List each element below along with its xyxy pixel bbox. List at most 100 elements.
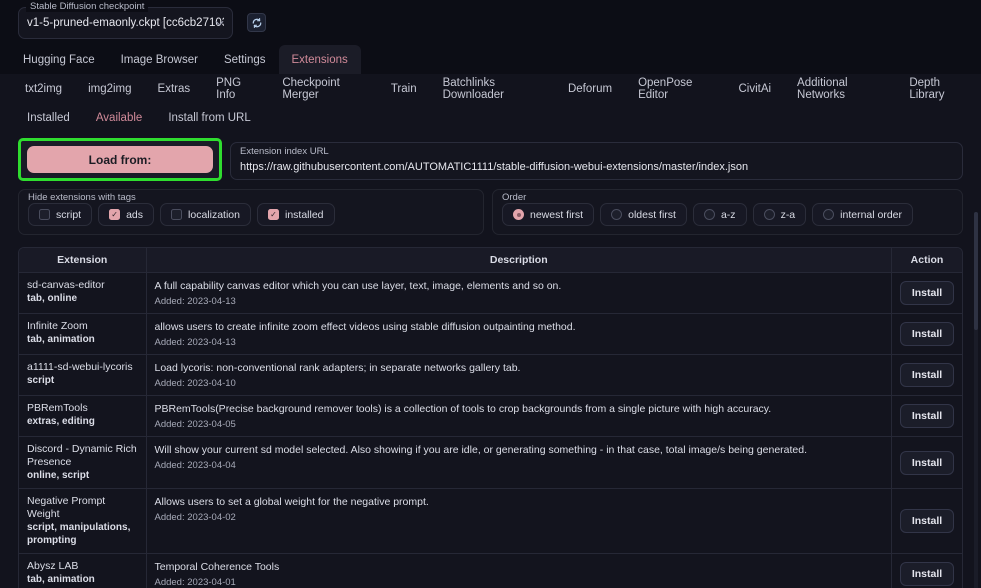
install-button[interactable]: Install <box>900 281 954 305</box>
table-row: PBRemTools extras, editing PBRemTools(Pr… <box>19 395 962 437</box>
load-row: Load from: Extension index URL https://r… <box>0 132 981 181</box>
page-scrollbar[interactable] <box>974 212 978 588</box>
column-header-extension: Extension <box>19 248 147 273</box>
radio-label: a-z <box>720 208 736 221</box>
chevron-down-icon[interactable] <box>215 18 224 27</box>
install-button[interactable]: Install <box>900 363 954 387</box>
extension-tags: tab, animation <box>27 574 95 585</box>
extension-name: Discord - Dynamic Rich Presence <box>27 443 137 468</box>
extension-tags: extras, editing <box>27 416 95 427</box>
install-button[interactable]: Install <box>900 450 954 475</box>
tab-image-browser[interactable]: Image Browser <box>108 45 211 74</box>
checkbox-installed[interactable]: ✓ installed <box>256 203 335 226</box>
tab-hugging-face[interactable]: Hugging Face <box>10 45 108 74</box>
column-header-description: Description <box>146 248 892 273</box>
extension-description: Allows users to set a global weight for … <box>154 496 429 508</box>
extension-name: Infinite Zoom <box>27 320 88 332</box>
exttab-available[interactable]: Available <box>83 112 155 124</box>
extension-added-date: Added: 2023-04-13 <box>154 296 236 307</box>
radio-icon[interactable] <box>823 209 835 220</box>
extension-tags: tab, online <box>27 293 77 304</box>
table-row: Abysz LAB tab, animation Temporal Cohere… <box>19 553 962 588</box>
tab-settings[interactable]: Settings <box>211 45 279 74</box>
radio-a-z[interactable]: a-z <box>692 203 747 226</box>
refresh-icon[interactable] <box>247 13 266 32</box>
action-cell: Install <box>891 436 962 489</box>
radio-icon[interactable] <box>763 209 775 220</box>
description-cell: Load lycoris: non-conventional rank adap… <box>146 354 892 396</box>
checkbox-localization[interactable]: localization <box>160 203 251 226</box>
load-from-highlight: Load from: <box>18 138 222 181</box>
subtab-train[interactable]: Train <box>378 83 430 95</box>
action-cell: Install <box>891 395 962 437</box>
table-row: Discord - Dynamic Rich Presence online, … <box>19 436 962 489</box>
extension-index-url-field[interactable]: Extension index URL https://raw.githubus… <box>230 142 963 180</box>
subtab-txt2img[interactable]: txt2img <box>12 83 75 95</box>
checkbox-ads[interactable]: ✓ ads <box>98 203 155 226</box>
description-cell: Temporal Coherence Tools Added: 2023-04-… <box>146 553 892 588</box>
description-cell: A full capability canvas editor which yo… <box>146 272 892 314</box>
table-row: Negative Prompt Weight script, manipulat… <box>19 488 962 554</box>
exttab-installed[interactable]: Installed <box>14 112 83 124</box>
table-header: Extension Description Action <box>19 248 962 273</box>
checkbox-label: script <box>56 208 82 221</box>
radio-z-a[interactable]: z-a <box>752 203 807 226</box>
extensions-table-wrapper: Extension Description Action sd-canvas-e… <box>18 247 963 588</box>
extension-cell: Infinite Zoom tab, animation <box>19 313 147 355</box>
extension-name: PBRemTools <box>27 402 88 414</box>
description-cell: PBRemTools(Precise background remover to… <box>146 395 892 437</box>
exttab-install-from-url[interactable]: Install from URL <box>155 112 263 124</box>
subtab-openpose-editor[interactable]: OpenPose Editor <box>625 77 725 101</box>
subtab-img2img[interactable]: img2img <box>75 83 144 95</box>
extension-name: sd-canvas-editor <box>27 279 105 291</box>
radio-oldest-first[interactable]: oldest first <box>600 203 687 226</box>
install-button[interactable]: Install <box>900 322 954 346</box>
subtab-additional-networks[interactable]: Additional Networks <box>784 77 896 101</box>
load-from-button[interactable]: Load from: <box>27 146 213 173</box>
checkbox-icon[interactable]: ✓ <box>109 209 121 220</box>
subtab-depth-library[interactable]: Depth Library <box>896 77 981 101</box>
subtab-png-info[interactable]: PNG Info <box>203 77 269 101</box>
action-cell: Install <box>891 313 962 355</box>
extension-added-date: Added: 2023-04-02 <box>154 512 236 523</box>
checkpoint-dropdown[interactable]: Stable Diffusion checkpoint v1-5-pruned-… <box>18 0 233 39</box>
subtab-batchlinks-downloader[interactable]: Batchlinks Downloader <box>430 77 555 101</box>
install-button[interactable]: Install <box>900 562 954 586</box>
subtab-deforum[interactable]: Deforum <box>555 83 625 95</box>
extension-added-date: Added: 2023-04-10 <box>154 378 236 389</box>
extension-added-date: Added: 2023-04-13 <box>154 337 236 348</box>
radio-icon[interactable] <box>703 209 715 220</box>
table-row: sd-canvas-editor tab, online A full capa… <box>19 272 962 314</box>
subtab-civitai[interactable]: CivitAi <box>725 83 784 95</box>
extension-cell: a1111-sd-webui-lycoris script <box>19 354 147 396</box>
checkbox-icon[interactable] <box>39 209 50 220</box>
radio-label: internal order <box>840 208 903 221</box>
column-header-action: Action <box>891 248 962 273</box>
extension-cell: sd-canvas-editor tab, online <box>19 272 147 314</box>
checkbox-icon[interactable] <box>171 209 183 220</box>
install-button[interactable]: Install <box>900 404 954 428</box>
description-cell: Allows users to set a global weight for … <box>146 488 892 554</box>
radio-internal-order[interactable]: internal order <box>812 203 914 226</box>
radio-icon[interactable] <box>611 209 623 220</box>
tab-extensions[interactable]: Extensions <box>278 45 361 74</box>
radio-newest-first[interactable]: newest first <box>502 203 595 226</box>
description-cell: allows users to create infinite zoom eff… <box>146 313 892 355</box>
extension-name: a1111-sd-webui-lycoris <box>27 361 133 373</box>
extension-tab-bar: Installed Available Install from URL <box>0 104 981 132</box>
table-row: a1111-sd-webui-lycoris script Load lycor… <box>19 354 962 396</box>
order-fieldset: Order newest first oldest first a-z z-a … <box>492 189 963 235</box>
subtab-checkpoint-merger[interactable]: Checkpoint Merger <box>269 77 378 101</box>
extensions-panel: Installed Available Install from URL Loa… <box>0 104 981 588</box>
checkbox-script[interactable]: script <box>28 203 93 226</box>
subtab-extras[interactable]: Extras <box>145 83 204 95</box>
extensions-table: Extension Description Action sd-canvas-e… <box>19 248 962 588</box>
extension-tags: online, script <box>27 470 90 481</box>
table-header-row: Extension Description Action <box>19 248 962 273</box>
scrollbar-thumb[interactable] <box>974 212 978 330</box>
checkbox-icon[interactable]: ✓ <box>267 209 279 220</box>
radio-icon[interactable] <box>513 209 524 220</box>
install-button[interactable]: Install <box>900 509 954 533</box>
extension-description: A full capability canvas editor which yo… <box>154 280 562 292</box>
extension-description: Will show your current sd model selected… <box>154 444 808 456</box>
